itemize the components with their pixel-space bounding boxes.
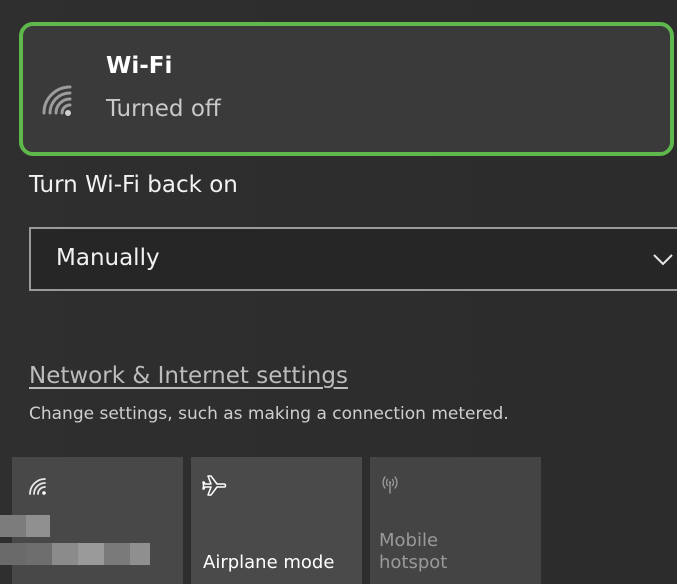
quick-action-airplane-mode[interactable]: Airplane mode <box>191 457 362 584</box>
pixelated-network-name <box>52 543 78 565</box>
pixelated-network-name <box>0 543 26 565</box>
quick-action-wifi[interactable] <box>0 457 183 584</box>
pixelated-network-name <box>26 543 52 565</box>
network-settings-description: Change settings, such as making a connec… <box>29 404 509 424</box>
chevron-down-icon <box>651 247 675 271</box>
pixelated-network-name <box>78 543 104 565</box>
dropdown-selected-value: Manually <box>56 245 160 271</box>
pixelated-network-name <box>26 515 50 537</box>
pixelated-network-name <box>104 543 130 565</box>
wifi-signal-icon <box>35 80 75 120</box>
pixelated-network-name <box>0 515 26 537</box>
wifi-icon <box>26 475 48 497</box>
wifi-status: Turned off <box>106 96 221 122</box>
wifi-title: Wi-Fi <box>106 53 173 79</box>
quick-action-label: Airplane mode <box>203 552 335 573</box>
network-internet-settings-link[interactable]: Network & Internet settings <box>29 363 348 389</box>
network-flyout: Wi-Fi Turned off Turn Wi-Fi back on Manu… <box>0 0 677 584</box>
mobile-hotspot-icon <box>379 473 401 495</box>
wifi-tile[interactable]: Wi-Fi Turned off <box>19 22 674 156</box>
quick-action-label: Mobile hotspot <box>379 530 448 573</box>
quick-action-mobile-hotspot: Mobile hotspot <box>370 457 541 584</box>
airplane-icon <box>202 473 228 499</box>
turn-wifi-back-on-label: Turn Wi-Fi back on <box>29 172 238 198</box>
pixelated-network-name <box>130 543 150 565</box>
turn-wifi-back-on-dropdown[interactable]: Manually <box>29 227 677 291</box>
